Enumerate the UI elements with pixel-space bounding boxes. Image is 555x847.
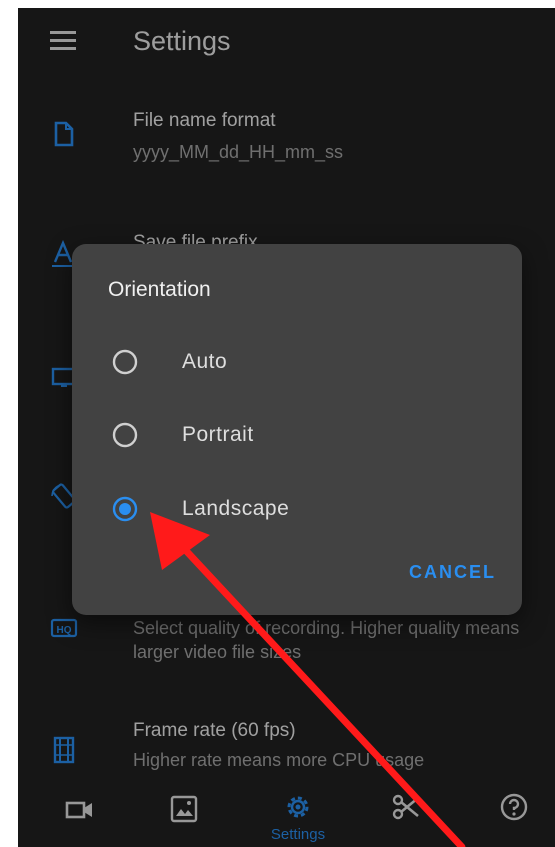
option-label: Portrait bbox=[182, 423, 254, 446]
radio-unchecked-icon[interactable] bbox=[112, 349, 138, 375]
option-label: Landscape bbox=[182, 497, 290, 520]
orientation-dialog: Orientation Auto Portrait Landscape CANC… bbox=[72, 244, 522, 615]
radio-unchecked-icon[interactable] bbox=[112, 422, 138, 448]
option-portrait[interactable]: Portrait bbox=[72, 407, 522, 463]
option-label: Auto bbox=[182, 350, 228, 373]
option-auto[interactable]: Auto bbox=[72, 334, 522, 390]
dialog-title: Orientation bbox=[108, 278, 211, 301]
option-landscape[interactable]: Landscape bbox=[72, 481, 522, 537]
cancel-button[interactable]: CANCEL bbox=[409, 562, 496, 583]
app-screen: Settings File name format yyyy_MM_dd_HH_… bbox=[18, 8, 555, 847]
radio-checked-icon[interactable] bbox=[112, 496, 138, 522]
